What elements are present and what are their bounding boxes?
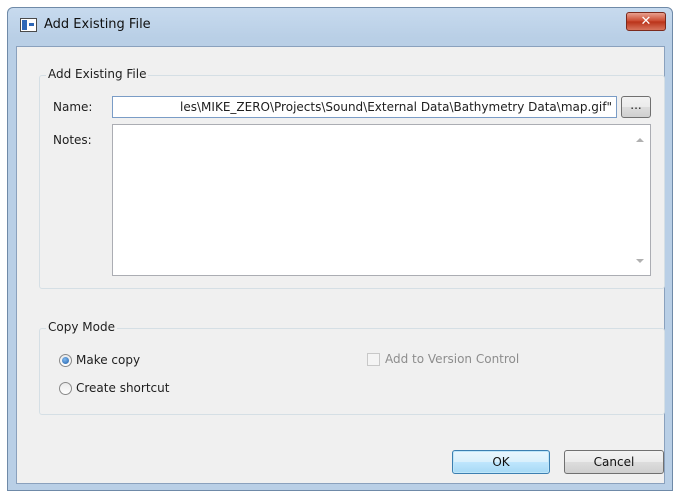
version-control-checkbox[interactable] xyxy=(367,353,380,366)
ok-button[interactable]: OK xyxy=(452,450,550,474)
create-shortcut-radio[interactable] xyxy=(59,382,72,395)
make-copy-label[interactable]: Make copy xyxy=(76,353,140,367)
add-existing-file-group-label: Add Existing File xyxy=(46,67,149,81)
scroll-up-arrow-icon[interactable] xyxy=(636,138,644,142)
file-path-input[interactable]: les\MIKE_ZERO\Projects\Sound\External Da… xyxy=(112,96,617,118)
make-copy-radio[interactable] xyxy=(59,354,72,367)
copy-mode-group: Copy Mode xyxy=(39,320,665,415)
create-shortcut-label[interactable]: Create shortcut xyxy=(76,381,169,395)
notes-label: Notes: xyxy=(53,133,92,147)
title-bar[interactable]: Add Existing File ✕ xyxy=(8,8,672,48)
cancel-button[interactable]: Cancel xyxy=(564,450,664,474)
copy-mode-group-label: Copy Mode xyxy=(46,320,117,334)
dialog-client-area: Add Existing File Name: les\MIKE_ZERO\Pr… xyxy=(16,46,665,484)
close-button[interactable]: ✕ xyxy=(626,12,666,31)
version-control-label: Add to Version Control xyxy=(385,352,520,366)
name-label: Name: xyxy=(53,100,93,114)
window-app-icon xyxy=(20,18,37,32)
dialog-window: Add Existing File ✕ Add Existing File Na… xyxy=(7,7,673,491)
scroll-down-arrow-icon[interactable] xyxy=(636,259,644,263)
browse-button[interactable]: ... xyxy=(621,96,651,118)
window-title: Add Existing File xyxy=(44,17,151,32)
notes-textarea[interactable] xyxy=(112,124,651,276)
close-icon: ✕ xyxy=(640,14,652,29)
